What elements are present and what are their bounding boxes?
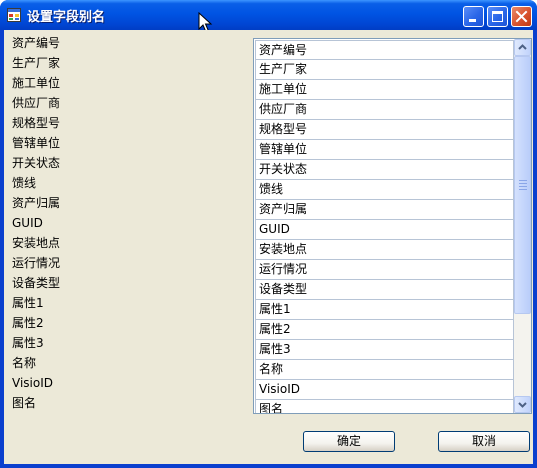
field-label: 生产厂家 (12, 56, 61, 70)
chevron-down-icon (518, 402, 527, 408)
alias-input[interactable]: 管辖单位 (255, 140, 514, 160)
app-window-icon (7, 8, 21, 22)
alias-input[interactable]: 属性3 (255, 340, 514, 360)
alias-input[interactable]: 设备类型 (255, 280, 514, 300)
dialog-body: 资产编号 生产厂家 施工单位 供应厂商 规格型号 管辖单位 开关状态 馈线 资产… (4, 30, 533, 464)
alias-input[interactable]: GUID (255, 220, 514, 240)
window-title: 设置字段别名 (27, 10, 106, 25)
alias-input[interactable]: 属性1 (255, 300, 514, 320)
field-label: GUID (12, 216, 43, 230)
alias-input[interactable]: 运行情况 (255, 260, 514, 280)
field-label: 属性1 (12, 296, 44, 310)
alias-input[interactable]: 图名 (255, 400, 514, 413)
maximize-icon (492, 11, 503, 22)
field-label: 属性3 (12, 336, 44, 350)
scrollbar-thumb[interactable] (514, 56, 531, 314)
alias-list-panel[interactable]: 资产编号 生产厂家 施工单位 供应厂商 规格型号 管辖单位 开关状态 馈线 资产… (253, 38, 532, 414)
alias-input[interactable]: 施工单位 (255, 80, 514, 100)
grip-line (519, 180, 527, 181)
field-label: 运行情况 (12, 256, 61, 270)
field-label: 管辖单位 (12, 136, 61, 150)
grip-line (519, 186, 527, 187)
ok-button[interactable]: 确定 (303, 431, 395, 452)
alias-input[interactable]: VisioID (255, 380, 514, 400)
alias-input[interactable]: 资产编号 (255, 40, 514, 60)
chevron-up-icon (518, 44, 527, 50)
scroll-down-button[interactable] (514, 396, 531, 413)
alias-input[interactable]: 属性2 (255, 320, 514, 340)
alias-input[interactable]: 安装地点 (255, 240, 514, 260)
maximize-button[interactable] (487, 6, 508, 27)
alias-input[interactable]: 生产厂家 (255, 60, 514, 80)
field-label: 图名 (12, 396, 37, 410)
close-icon (515, 10, 528, 23)
alias-input[interactable]: 名称 (255, 360, 514, 380)
grip-line (519, 189, 527, 190)
alias-field-list: 资产编号 生产厂家 施工单位 供应厂商 规格型号 管辖单位 开关状态 馈线 资产… (255, 40, 514, 413)
alias-input[interactable]: 馈线 (255, 180, 514, 200)
minimize-icon (469, 19, 476, 22)
field-label-list: 资产编号 生产厂家 施工单位 供应厂商 规格型号 管辖单位 开关状态 馈线 资产… (12, 34, 60, 414)
alias-input[interactable]: 开关状态 (255, 160, 514, 180)
dialog-window: 设置字段别名 资产编号 生产厂家 施工单位 供应厂商 规格型号 管辖单位 开关状… (0, 0, 537, 468)
field-label: 资产归属 (12, 196, 61, 210)
field-label: 设备类型 (12, 276, 61, 290)
minimize-button[interactable] (463, 6, 484, 27)
alias-input[interactable]: 规格型号 (255, 120, 514, 140)
close-button[interactable] (511, 6, 532, 27)
field-label: 馈线 (12, 176, 37, 190)
field-label: VisioID (12, 376, 53, 390)
field-label: 供应厂商 (12, 96, 61, 110)
scroll-up-button[interactable] (514, 39, 531, 56)
field-label: 名称 (12, 356, 37, 370)
alias-input[interactable]: 供应厂商 (255, 100, 514, 120)
alias-input[interactable]: 资产归属 (255, 200, 514, 220)
field-label: 安装地点 (12, 236, 61, 250)
field-label: 属性2 (12, 316, 44, 330)
grip-line (519, 183, 527, 184)
field-label: 开关状态 (12, 156, 61, 170)
cancel-button[interactable]: 取消 (438, 431, 530, 452)
title-bar[interactable]: 设置字段别名 (0, 0, 537, 30)
field-label: 资产编号 (12, 36, 61, 50)
field-label: 施工单位 (12, 76, 61, 90)
vertical-scrollbar[interactable] (514, 39, 531, 413)
field-label: 规格型号 (12, 116, 61, 130)
